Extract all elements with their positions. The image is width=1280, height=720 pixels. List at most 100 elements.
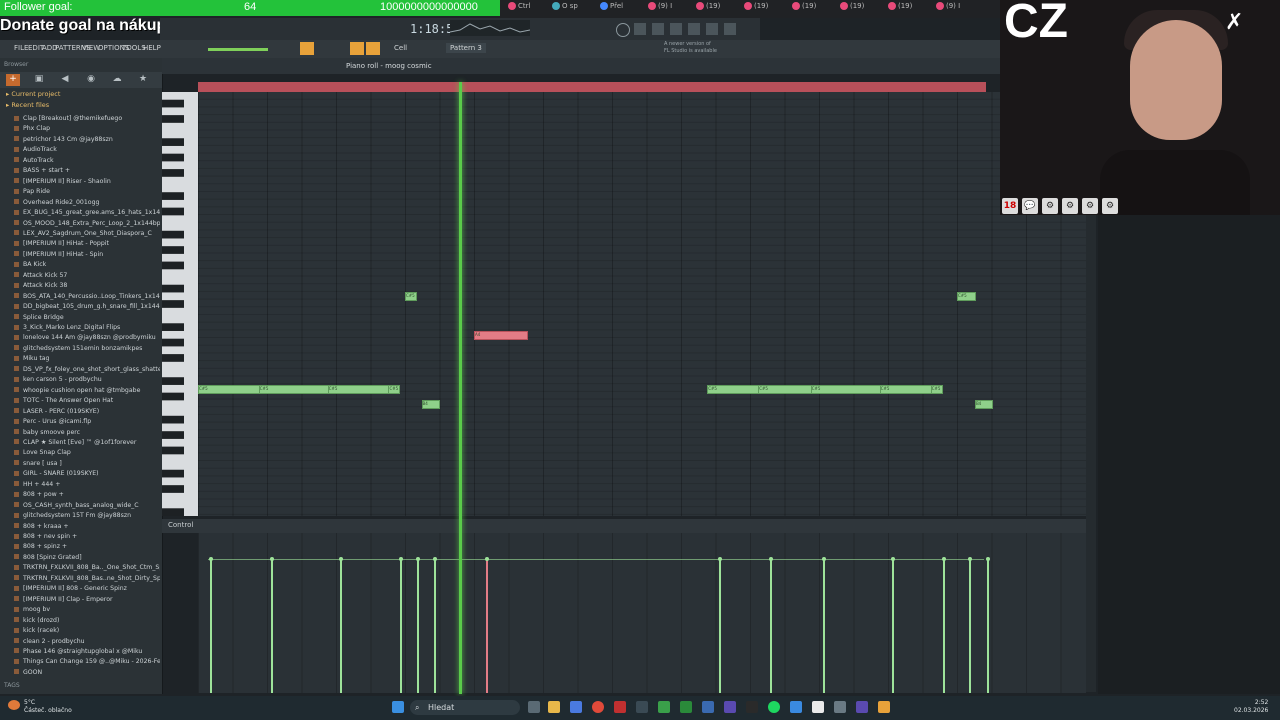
channel-rack-icon[interactable]: [652, 23, 664, 35]
browser-tab[interactable]: (19): [792, 2, 816, 16]
browser-item[interactable]: Phase 146 @straightupglobal x @Miku: [14, 647, 160, 657]
black-key[interactable]: [162, 261, 184, 270]
browser-tab[interactable]: (9) I: [936, 2, 960, 16]
browser-tab[interactable]: (19): [888, 2, 912, 16]
browser-plugin-icon[interactable]: ◉: [84, 74, 98, 86]
snap-select[interactable]: Cell: [394, 44, 407, 52]
browser-item[interactable]: BASS + start +: [14, 166, 160, 176]
velocity-handle[interactable]: [985, 557, 990, 561]
browser-tab[interactable]: (19): [840, 2, 864, 16]
browser-item[interactable]: 808 + pow +: [14, 490, 160, 500]
browser-item[interactable]: Pap Ride: [14, 187, 160, 197]
browser-item[interactable]: DD_bigbeat_105_drum_g.h_snare_fill_1x144…: [14, 302, 160, 312]
note[interactable]: B4: [421, 400, 441, 409]
browser-item[interactable]: kick (drozd): [14, 616, 160, 626]
browser-star-icon[interactable]: ★: [136, 74, 150, 86]
spotify-icon[interactable]: [768, 701, 780, 713]
browser-item[interactable]: snare [ usa ]: [14, 459, 160, 469]
browser-item[interactable]: OS_MOOD_148_Extra_Perc_Loop_2_1x144bpm: [14, 219, 160, 229]
velocity-stem[interactable]: [719, 559, 722, 693]
browser-tab[interactable]: Ctrl: [508, 2, 530, 16]
browser-item[interactable]: Overhead Ride2_001ogg: [14, 198, 160, 208]
browser-back-icon[interactable]: ◀: [58, 74, 72, 86]
browser-item[interactable]: 808 + kraaa +: [14, 522, 160, 532]
black-key[interactable]: [162, 284, 184, 293]
browser-item[interactable]: Things Can Change 159 @..@Miku - 2026-Fe…: [14, 657, 160, 667]
browser-item[interactable]: CLAP ★ Silent [Eve] ™ @1of1forever: [14, 438, 160, 448]
browser-item[interactable]: Perc - Urus @icami.flp: [14, 417, 160, 427]
piano-keyboard[interactable]: [162, 92, 198, 516]
velocity-stem[interactable]: [339, 559, 342, 693]
note[interactable]: C#5: [388, 384, 401, 394]
browser-item[interactable]: EX_BUG_145_great_gree.ams_16_hats_1x144b…: [14, 208, 160, 218]
browser-item[interactable]: 808 [Spinz Grated]: [14, 553, 160, 563]
black-key[interactable]: [162, 392, 184, 401]
black-key[interactable]: [162, 300, 184, 308]
browser-item[interactable]: Attack Kick 38: [14, 281, 160, 291]
browser-item[interactable]: Love Snap Clap: [14, 448, 160, 458]
black-key[interactable]: [162, 446, 184, 455]
browser-item[interactable]: glitchedsystem 15T Fm @jay88szn: [14, 511, 160, 521]
fl-studio-icon[interactable]: [878, 701, 890, 713]
black-key[interactable]: [162, 246, 184, 254]
chrome-icon[interactable]: [592, 701, 604, 713]
browser-item[interactable]: GIRL - SNARE (019SKYE): [14, 469, 160, 479]
browser-item[interactable]: TRKTRN_FXLKVII_808_Bas..ne_Shot_Dirty_Sp…: [14, 574, 160, 584]
note[interactable]: C#5: [879, 384, 935, 394]
browser-item[interactable]: lonelove 144 Am @jay88szn @prodbymiku: [14, 333, 160, 343]
black-key[interactable]: [162, 99, 184, 108]
note[interactable]: B4: [974, 400, 994, 409]
metronome-icon[interactable]: [616, 23, 630, 37]
app-icon[interactable]: [636, 701, 648, 713]
browser-section[interactable]: ▸ Recent files: [6, 101, 49, 109]
explorer-icon[interactable]: [548, 701, 560, 713]
browser-item[interactable]: DS_VP_fx_foley_one_shot_short_glass_shat…: [14, 365, 160, 375]
app-icon[interactable]: [834, 701, 846, 713]
playhead[interactable]: [459, 82, 462, 694]
note[interactable]: C#5: [258, 384, 330, 394]
note[interactable]: C#5: [957, 292, 976, 302]
note[interactable]: C#5: [198, 384, 261, 394]
black-key[interactable]: [162, 153, 184, 162]
menu-help[interactable]: HELP: [143, 44, 161, 52]
browser-item[interactable]: 808 + spinz +: [14, 542, 160, 552]
velocity-stem[interactable]: [210, 559, 212, 693]
velocity-stem[interactable]: [891, 559, 894, 693]
browser-item[interactable]: BA Kick: [14, 260, 160, 270]
note[interactable]: C#5: [327, 384, 391, 394]
browser-item[interactable]: [IMPERIUM II] HiHat - Poppit: [14, 239, 160, 249]
velocity-stem[interactable]: [942, 559, 945, 693]
update-notice-line1[interactable]: A newer version of: [664, 41, 711, 47]
control-lane-label[interactable]: Control: [168, 521, 193, 529]
black-key[interactable]: [162, 377, 184, 385]
browser-item[interactable]: TRKTRN_FXLKVII_808_Ba.._One_Shot_Ctm_Spi…: [14, 563, 160, 573]
mixer-icon[interactable]: [634, 23, 646, 35]
browser-item[interactable]: Clap [Breakout] @themikefuego: [14, 114, 160, 124]
terminal-icon[interactable]: [746, 701, 758, 713]
browser-item[interactable]: [IMPERIUM II] Clap - Emperor: [14, 595, 160, 605]
browser-item[interactable]: Phx Clap: [14, 124, 160, 134]
app-icon[interactable]: [724, 701, 736, 713]
browser-item[interactable]: GOON: [14, 668, 160, 678]
browser-tab[interactable]: O sp: [552, 2, 578, 16]
velocity-stem[interactable]: [417, 559, 419, 693]
browser-item[interactable]: 808 + nev spin +: [14, 532, 160, 542]
start-icon[interactable]: [392, 701, 404, 713]
app-icon[interactable]: [812, 701, 824, 713]
paint-tool-icon[interactable]: [350, 42, 364, 55]
black-key[interactable]: [162, 192, 184, 200]
browser-item[interactable]: Miku tag: [14, 354, 160, 364]
note[interactable]: A4: [474, 330, 529, 340]
velocity-stem[interactable]: [486, 559, 488, 693]
browser-item[interactable]: ken carson 5 - prodbychu: [14, 375, 160, 385]
delete-tool-icon[interactable]: [366, 42, 380, 55]
weather-widget[interactable]: 5°C Částeč. oblačno: [24, 699, 72, 715]
browser-section[interactable]: ▸ Current project: [6, 90, 60, 98]
browser-item[interactable]: glitchedsystem 151emin bonzamikpes: [14, 344, 160, 354]
browser-item[interactable]: [IMPERIUM II] 808 - Generic Spinz: [14, 584, 160, 594]
browser-item[interactable]: whoopie cushion open hat @tmbgabe: [14, 386, 160, 396]
note[interactable]: C#5: [707, 384, 762, 394]
black-key[interactable]: [162, 207, 184, 216]
app-icon[interactable]: [856, 701, 868, 713]
black-key[interactable]: [162, 323, 184, 331]
